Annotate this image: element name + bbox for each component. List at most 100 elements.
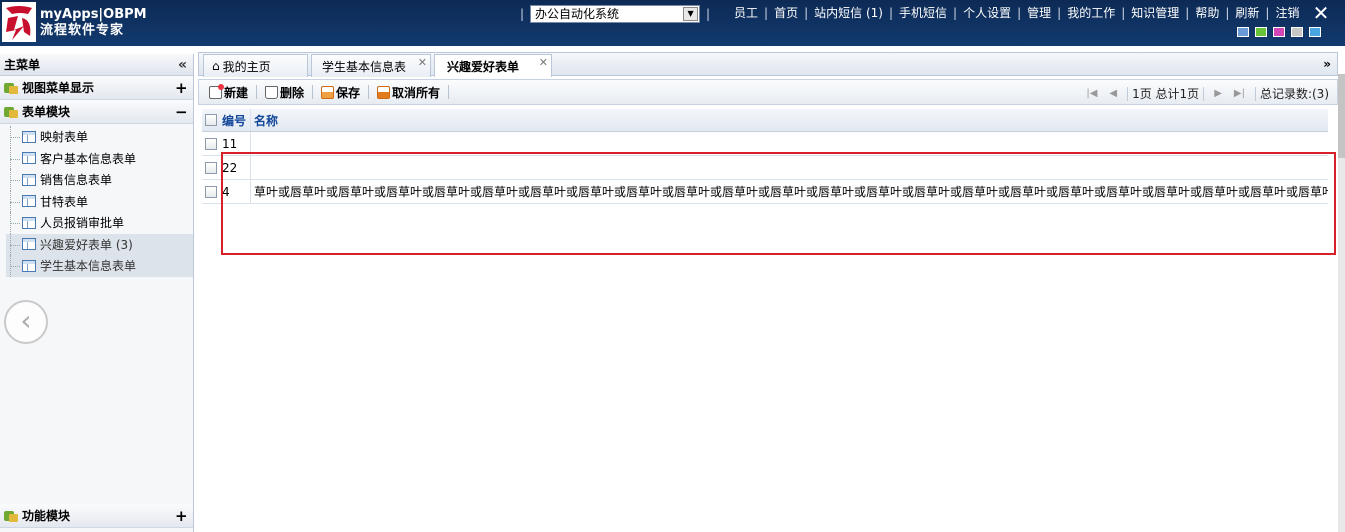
cell-id[interactable]: 22: [220, 156, 251, 179]
tab-hobby-form[interactable]: 兴趣爱好表单 ✕: [434, 54, 552, 77]
toolbar: 新建 删除 保存 取消所有 |◀ ◀ 1页 总计1页 ▶ ▶| 总记录数:(3): [198, 79, 1338, 105]
module-icon: [4, 82, 18, 94]
vertical-scrollbar[interactable]: [1338, 74, 1345, 532]
nav-link-settings[interactable]: 个人设置: [963, 4, 1011, 21]
next-page-icon[interactable]: ▶: [1214, 88, 1222, 99]
sidebar-item-customer-form[interactable]: 客户基本信息表单: [6, 147, 193, 169]
table-row[interactable]: 11: [202, 132, 1328, 156]
nav-link-messages[interactable]: 站内短信 (1): [814, 4, 883, 21]
delete-button[interactable]: 删除: [265, 84, 304, 101]
menu-group-form-module[interactable]: 表单模块 −: [0, 100, 193, 124]
cell-name[interactable]: 草叶或唇草叶或唇草叶或唇草叶或唇草叶或唇草叶或唇草叶或唇草叶或唇草叶或唇草叶或唇…: [251, 180, 1328, 203]
divider: [448, 85, 450, 99]
row-checkbox[interactable]: [205, 185, 217, 198]
nav-link-admin[interactable]: 管理: [1027, 4, 1051, 21]
cancel-all-button[interactable]: 取消所有: [377, 84, 440, 101]
system-select[interactable]: 办公自动化系统 ▼: [530, 5, 701, 23]
column-header-name[interactable]: 名称: [251, 109, 1328, 131]
tab-overflow-icon[interactable]: »: [1323, 57, 1331, 71]
sidebar-item-expense-form[interactable]: 人员报销审批单: [6, 212, 193, 234]
table-row[interactable]: 4 草叶或唇草叶或唇草叶或唇草叶或唇草叶或唇草叶或唇草叶或唇草叶或唇草叶或唇草叶…: [202, 180, 1328, 204]
tab-student-info[interactable]: 学生基本信息表 ✕: [311, 54, 431, 77]
table-icon: [22, 173, 36, 186]
menu-group-label: 表单模块: [22, 105, 71, 119]
nav-link-staff[interactable]: 员工: [734, 4, 758, 21]
close-tab-icon[interactable]: ✕: [539, 56, 548, 69]
divider: |: [1057, 5, 1062, 20]
first-page-icon[interactable]: |◀: [1086, 88, 1097, 99]
divider: |: [1265, 5, 1270, 20]
divider: |: [804, 5, 809, 20]
brand-title: myApps|OBPM 流程软件专家: [40, 7, 147, 39]
skin-swatch[interactable]: [1255, 27, 1267, 37]
nav-link-knowledge[interactable]: 知识管理: [1131, 4, 1179, 21]
prev-page-icon[interactable]: ◀: [1109, 88, 1117, 99]
tab-bar: ⌂ 我的主页 学生基本信息表 ✕ 兴趣爱好表单 ✕ »: [198, 52, 1338, 77]
table-row[interactable]: 22: [202, 156, 1328, 180]
form-tree: 映射表单 客户基本信息表单 销售信息表单 甘特表单 人员报销审批单 兴趣爱好表单…: [0, 124, 193, 277]
sidebar-item-sales-form[interactable]: 销售信息表单: [6, 169, 193, 191]
menu-group-view-menu[interactable]: 视图菜单显示 +: [0, 76, 193, 100]
sidebar-item-student-form[interactable]: 学生基本信息表单: [6, 255, 193, 277]
column-header-id[interactable]: 编号: [220, 109, 251, 131]
main-content: ⌂ 我的主页 学生基本信息表 ✕ 兴趣爱好表单 ✕ » 新建 删除 保存 取消所…: [198, 52, 1338, 532]
sidebar-title: 主菜单: [4, 58, 41, 72]
save-icon: [321, 85, 335, 99]
nav-link-help[interactable]: 帮助: [1195, 4, 1219, 21]
skin-swatch[interactable]: [1273, 27, 1285, 37]
logo-icon: [2, 2, 36, 42]
nav-link-my-work[interactable]: 我的工作: [1067, 4, 1115, 21]
menu-group-label: 视图菜单显示: [22, 81, 95, 95]
delete-button-label: 删除: [280, 85, 305, 100]
sidebar-item-mapping-form[interactable]: 映射表单: [6, 126, 193, 148]
nav-link-refresh[interactable]: 刷新: [1235, 4, 1259, 21]
cancel-icon: [377, 85, 391, 99]
last-page-icon[interactable]: ▶|: [1234, 88, 1245, 99]
close-icon[interactable]: ✕: [1311, 3, 1331, 24]
close-tab-icon[interactable]: ✕: [418, 56, 427, 69]
menu-group-function-module[interactable]: 功能模块 +: [0, 504, 193, 528]
collapse-sidebar-icon[interactable]: «: [178, 57, 187, 73]
tab-my-homepage[interactable]: ⌂ 我的主页: [203, 54, 308, 77]
nav-link-sms[interactable]: 手机短信: [899, 4, 947, 21]
cell-name[interactable]: [251, 156, 1328, 179]
sidebar-item-label: 人员报销审批单: [40, 216, 125, 231]
skin-swatch[interactable]: [1309, 27, 1321, 37]
divider: |: [1121, 5, 1126, 20]
scrollbar-thumb[interactable]: [1338, 74, 1345, 158]
divider: |: [1017, 5, 1022, 20]
skin-swatch[interactable]: [1237, 27, 1249, 37]
table-header-row: 编号 名称: [202, 109, 1328, 132]
save-button-label: 保存: [336, 85, 361, 100]
divider: |: [1185, 5, 1190, 20]
save-button[interactable]: 保存: [321, 84, 360, 101]
skin-selector: [1237, 27, 1321, 37]
sidebar-item-label: 映射表单: [40, 130, 89, 145]
trash-icon: [265, 85, 279, 99]
tab-label: 我的主页: [222, 59, 271, 74]
sidebar-item-hobby-form[interactable]: 兴趣爱好表单 (3): [6, 233, 193, 255]
divider: [312, 85, 314, 99]
expand-icon[interactable]: +: [175, 507, 188, 525]
cell-id[interactable]: 11: [220, 132, 251, 155]
divider: [368, 85, 370, 99]
sidebar-header: 主菜单 «: [0, 54, 193, 76]
nav-link-logout[interactable]: 注销: [1275, 4, 1299, 21]
nav-link-home[interactable]: 首页: [774, 4, 798, 21]
back-arrow-icon[interactable]: ‹: [4, 300, 48, 344]
select-all-checkbox[interactable]: [205, 114, 217, 126]
row-checkbox[interactable]: [205, 137, 217, 150]
table-icon: [22, 195, 36, 208]
sidebar-item-label: 销售信息表单: [40, 173, 113, 188]
collapse-icon[interactable]: −: [175, 103, 188, 121]
expand-icon[interactable]: +: [175, 79, 188, 97]
data-grid: 编号 名称 11 22 4 草叶或唇草叶或唇草叶或唇草叶或唇草叶或唇草叶或唇草叶…: [202, 109, 1328, 204]
skin-swatch[interactable]: [1291, 27, 1303, 37]
cell-name[interactable]: [251, 132, 1328, 155]
chevron-down-icon[interactable]: ▼: [683, 7, 699, 21]
new-button[interactable]: 新建: [209, 83, 248, 101]
top-nav: 员工 | 首页 | 站内短信 (1) | 手机短信 | 个人设置 | 管理 | 我的工作 | …: [734, 4, 1299, 21]
sidebar-item-gantt-form[interactable]: 甘特表单: [6, 190, 193, 212]
cell-id[interactable]: 4: [220, 180, 251, 203]
row-checkbox[interactable]: [205, 161, 217, 174]
